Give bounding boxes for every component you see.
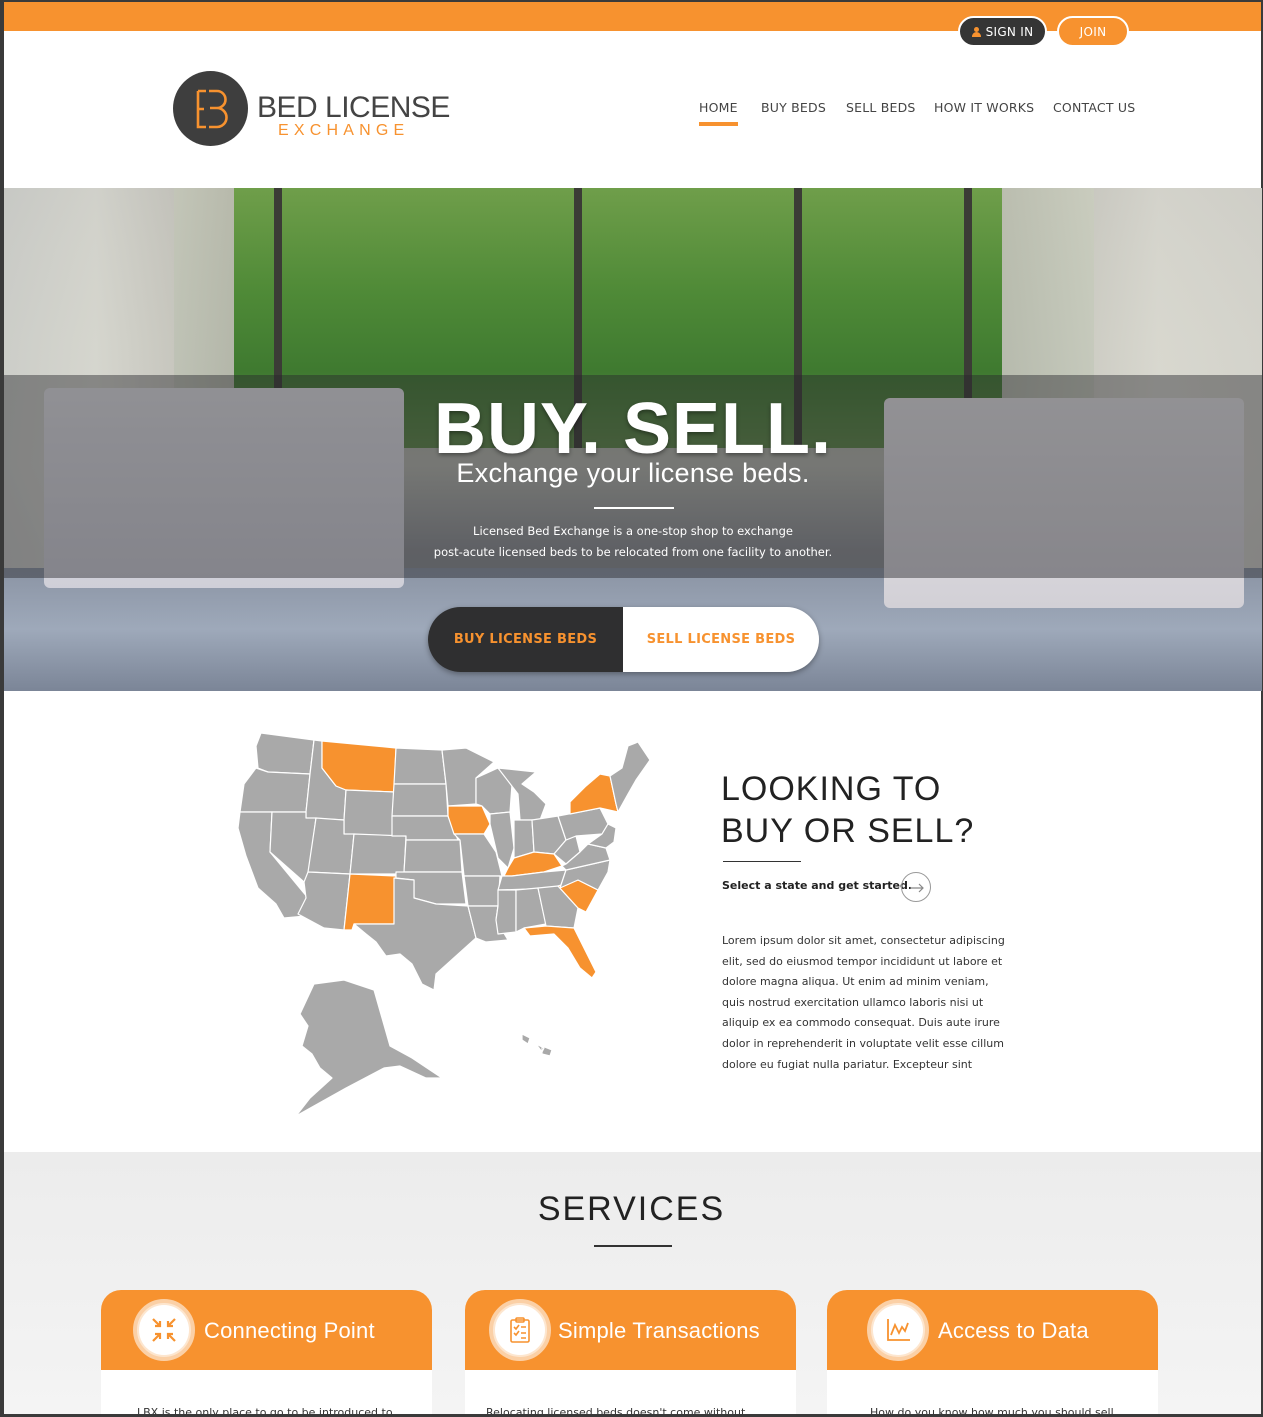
state-alaska[interactable] (295, 979, 443, 1117)
state-north-dakota[interactable] (393, 747, 447, 785)
state-arkansas[interactable] (463, 875, 501, 907)
map-section-divider (723, 861, 801, 862)
service-card-header: Simple Transactions (465, 1290, 796, 1370)
service-card-text: How do you know how much you should sell (870, 1406, 1114, 1414)
service-card-title: Connecting Point (204, 1318, 375, 1343)
state-mississippi[interactable] (495, 889, 517, 935)
service-card-header: Access to Data (827, 1290, 1158, 1370)
nav-home[interactable]: HOME (699, 100, 738, 115)
us-state-map (237, 732, 651, 1117)
state-iowa[interactable] (447, 805, 491, 835)
service-card-header: Connecting Point (101, 1290, 432, 1370)
service-card-access-to-data[interactable]: Access to Data How do you know how much … (827, 1290, 1158, 1414)
hero-subtitle: Exchange your license beds. (456, 458, 810, 488)
service-card-title: Simple Transactions (558, 1318, 760, 1343)
service-card-icon-inner (873, 1305, 923, 1355)
hero-desc-line-1: Licensed Bed Exchange is a one-stop shop… (473, 524, 793, 538)
map-section-body: Lorem ipsum dolor sit amet, consectetur … (722, 934, 1005, 1071)
state-south-dakota[interactable] (391, 783, 449, 817)
sign-in-button[interactable]: SIGN IN (958, 16, 1047, 47)
service-card-connecting-point[interactable]: Connecting Point LBX is the only place t… (101, 1290, 432, 1414)
service-card-icon-ring (133, 1299, 195, 1361)
state-nebraska[interactable] (391, 815, 459, 841)
state-oregon[interactable] (239, 767, 311, 813)
join-button[interactable]: JOIN (1057, 16, 1129, 47)
state-florida[interactable] (523, 925, 597, 979)
state-colorado[interactable] (349, 833, 407, 875)
sign-in-label: SIGN IN (985, 24, 1034, 39)
arrows-converge-icon (152, 1318, 176, 1342)
sell-license-beds-button[interactable]: SELL LICENSE BEDS (623, 607, 819, 672)
service-card-icon-inner (495, 1305, 545, 1355)
nav-contact-us[interactable]: CONTACT US (1053, 100, 1135, 115)
select-state-prompt: Select a state and get started. (722, 879, 913, 892)
nav-how-it-works[interactable]: HOW IT WORKS (934, 100, 1034, 115)
hero-cta-group: BUY LICENSE BEDS SELL LICENSE BEDS (428, 607, 819, 672)
get-started-arrow-button[interactable] (901, 872, 931, 902)
state-new-england[interactable] (609, 741, 651, 813)
map-title-line-2: BUY OR SELL? (721, 812, 975, 850)
nav-sell-beds[interactable]: SELL BEDS (846, 100, 916, 115)
logo-mark[interactable] (173, 71, 248, 146)
state-arizona[interactable] (297, 871, 351, 931)
brand-tagline: EXCHANGE (278, 122, 410, 139)
service-card-icon-inner (139, 1305, 189, 1355)
line-chart-icon (887, 1319, 910, 1341)
map-title-line-1: LOOKING TO (721, 770, 942, 808)
hero-desc-line-2: post-acute licensed beds to be relocated… (433, 545, 833, 559)
service-card-icon-ring (867, 1299, 929, 1361)
user-icon (971, 26, 981, 37)
service-card-text: LBX is the only place to go to be introd… (137, 1406, 393, 1414)
state-new-mexico[interactable] (343, 873, 397, 931)
services-title: SERVICES (537, 1190, 726, 1228)
arrow-right-icon (910, 883, 924, 893)
state-hawaii[interactable] (521, 1033, 553, 1057)
clipboard-checklist-icon (510, 1317, 530, 1343)
service-card-text: Relocating licensed beds doesn't come wi… (486, 1406, 746, 1414)
service-card-icon-ring (489, 1299, 551, 1361)
service-card-simple-transactions[interactable]: Simple Transactions Relocating licensed … (465, 1290, 796, 1414)
state-kansas[interactable] (403, 839, 463, 873)
hero-divider (594, 507, 674, 509)
service-card-title: Access to Data (938, 1318, 1089, 1343)
nav-active-indicator (699, 122, 738, 126)
hero-banner: BUY. SELL. Exchange your license beds. L… (4, 188, 1262, 691)
hero-description: Licensed Bed Exchange is a one-stop shop… (4, 521, 1262, 563)
services-divider (594, 1245, 672, 1247)
logo-eb-icon (196, 89, 228, 129)
buy-license-beds-button[interactable]: BUY LICENSE BEDS (428, 607, 623, 672)
state-wyoming[interactable] (343, 789, 395, 837)
join-label: JOIN (1079, 24, 1107, 39)
brand-name: BED LICENSE (257, 91, 450, 124)
state-washington[interactable] (255, 732, 315, 775)
map-section-title: LOOKING TO BUY OR SELL? (721, 768, 1021, 852)
nav-buy-beds[interactable]: BUY BEDS (761, 100, 826, 115)
